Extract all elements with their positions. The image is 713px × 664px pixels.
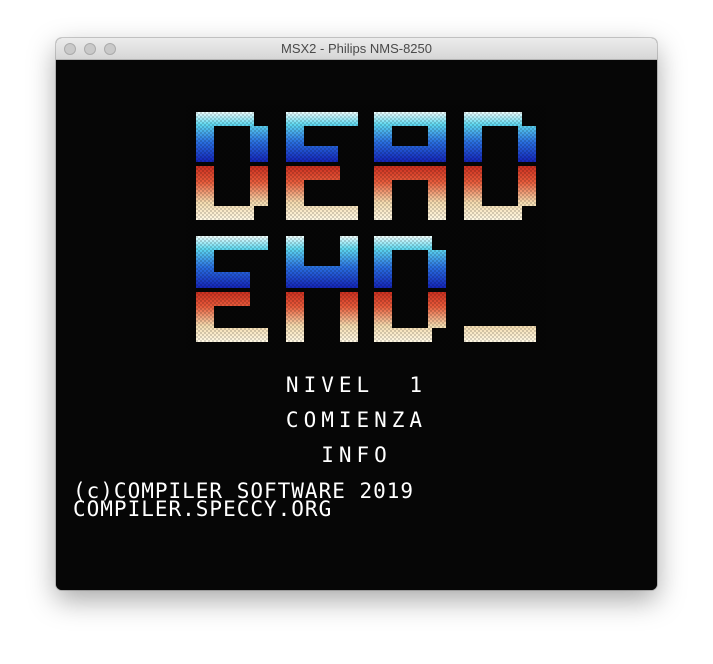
menu-item-info[interactable]: INFO [56, 444, 657, 466]
emulator-window: MSX2 - Philips NMS-8250 NIVEL 1 COMIENZA… [56, 38, 657, 590]
game-screen[interactable]: NIVEL 1 COMIENZA INFO (c)COMPILER SOFTWA… [56, 60, 657, 590]
website-text: COMPILER.SPECCY.ORG [73, 497, 333, 521]
title-bar[interactable]: MSX2 - Philips NMS-8250 [56, 38, 657, 60]
menu-item-start[interactable]: COMIENZA [56, 409, 657, 431]
window-title: MSX2 - Philips NMS-8250 [281, 41, 432, 56]
menu-item-level[interactable]: NIVEL 1 [56, 374, 657, 396]
